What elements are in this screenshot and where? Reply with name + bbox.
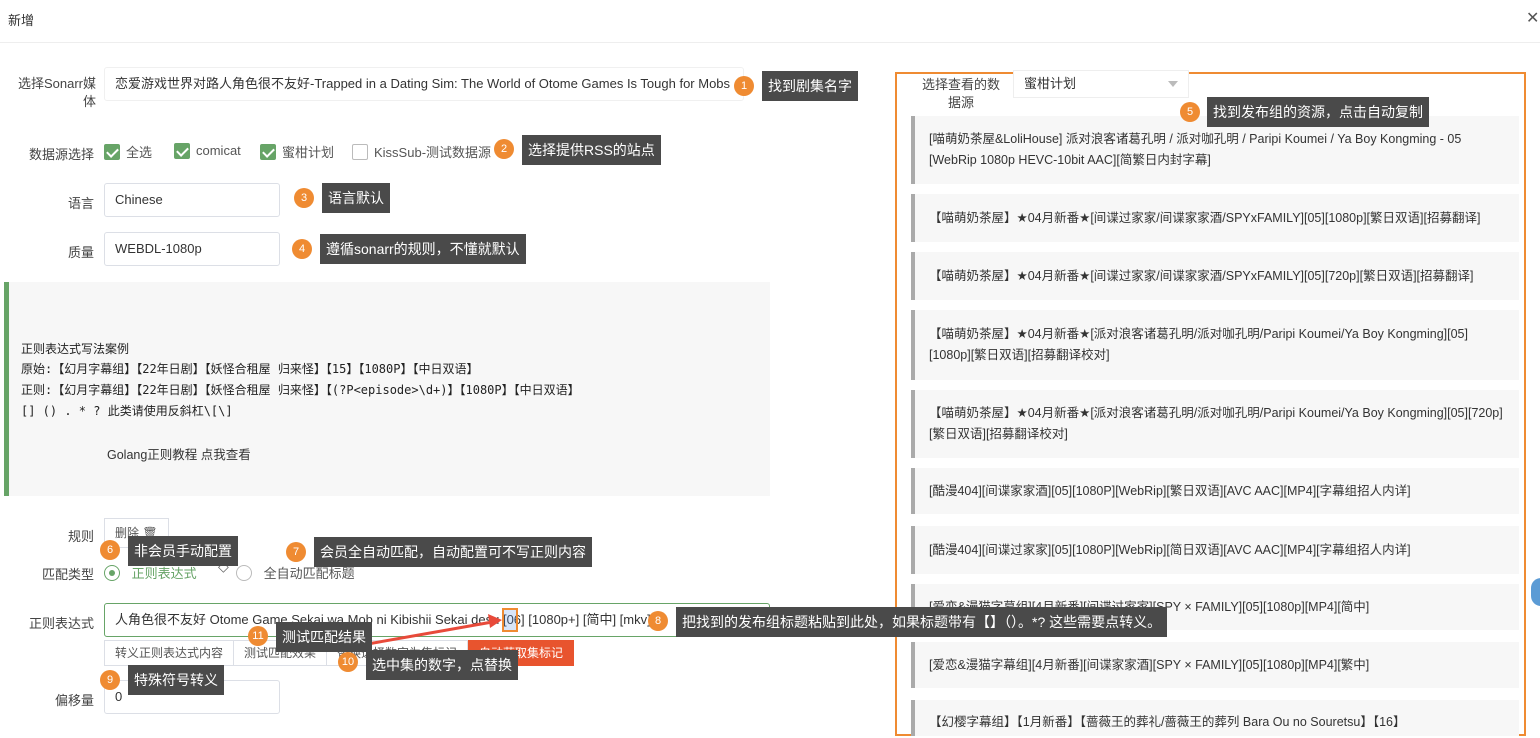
- annotation-badge: 11: [248, 626, 268, 646]
- annotation-tooltip: 遵循sonarr的规则，不懂就默认: [320, 234, 526, 264]
- annotation-tooltip: 找到发布组的资源，点击自动复制: [1207, 97, 1429, 127]
- annotation-badge: 1: [734, 76, 754, 96]
- red-arrow: [361, 619, 499, 647]
- annotation-badge: 3: [294, 188, 314, 208]
- annotation-badge: 7: [286, 542, 306, 562]
- annotation-badge: 6: [100, 540, 120, 560]
- annotation-tooltip: 非会员手动配置: [128, 536, 238, 566]
- annotation-tooltip: 选择提供RSS的站点: [522, 135, 661, 165]
- annotation-tooltip: 测试匹配结果: [276, 622, 372, 652]
- annotation-badge: 2: [494, 139, 514, 159]
- annotation-badge: 10: [338, 652, 358, 672]
- annotation-badge: 4: [292, 239, 312, 259]
- annotation-badge: 9: [100, 670, 120, 690]
- annotation-badge: 8: [648, 611, 668, 631]
- annotation-tooltip: 特殊符号转义: [128, 665, 224, 695]
- annotation-tooltip: 语言默认: [322, 183, 390, 213]
- annotation-tooltip: 会员全自动匹配，自动配置可不写正则内容: [314, 537, 592, 567]
- annotation-tooltip: 把找到的发布组标题粘贴到此处，如果标题带有【】（）。*? 这些需要点转义。: [676, 607, 1168, 637]
- annotation-tooltip: 选中集的数字，点替换: [366, 650, 518, 680]
- arrow-head: [488, 614, 502, 628]
- annotation-tooltip: 找到剧集名字: [762, 71, 858, 101]
- annotation-badge: 5: [1180, 102, 1200, 122]
